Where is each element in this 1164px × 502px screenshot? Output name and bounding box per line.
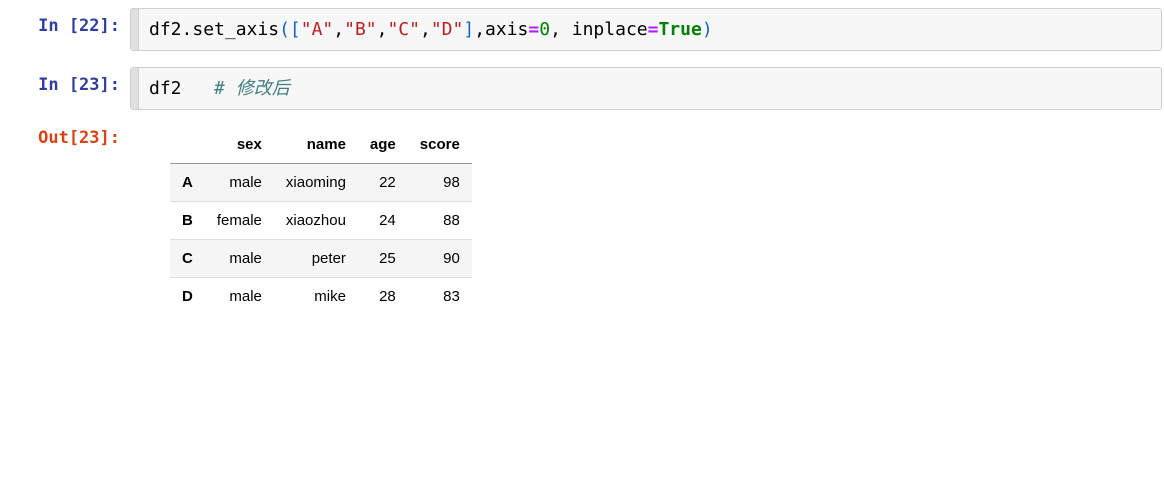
cell-sex: female: [205, 202, 274, 240]
cell-sex: male: [205, 164, 274, 202]
code-token: ,: [550, 19, 561, 40]
code-token: axis: [485, 19, 528, 40]
output-cell: Out[23]: sex name age score A male xiaom…: [0, 120, 1164, 321]
row-index: A: [170, 164, 205, 202]
table-header-row: sex name age score: [170, 126, 472, 164]
table-row: B female xiaozhou 24 88: [170, 202, 472, 240]
row-index: C: [170, 240, 205, 278]
cell-name: xiaoming: [274, 164, 358, 202]
cell-score: 83: [408, 278, 472, 316]
table-row: D male mike 28 83: [170, 278, 472, 316]
prompt-in: In [22]:: [0, 8, 130, 44]
cell-age: 28: [358, 278, 408, 316]
code-token: ]: [463, 19, 474, 40]
code-token: [182, 78, 215, 99]
code-text[interactable]: df2.set_axis(["A","B","C","D"],axis=0, i…: [139, 9, 1161, 50]
dataframe-table: sex name age score A male xiaoming 22 98…: [170, 126, 472, 315]
code-token: "C": [387, 19, 420, 40]
code-token: ,: [420, 19, 431, 40]
code-token: "D": [431, 19, 464, 40]
prompt-in: In [23]:: [0, 67, 130, 103]
code-token: =: [528, 19, 539, 40]
code-token: (: [279, 19, 290, 40]
code-token: inplace: [561, 19, 648, 40]
cell-score: 90: [408, 240, 472, 278]
cell-name: xiaozhou: [274, 202, 358, 240]
input-gutter: [131, 68, 139, 109]
code-token: # 修改后: [214, 78, 290, 99]
table-header-index: [170, 126, 205, 164]
code-text[interactable]: df2 # 修改后: [139, 68, 1161, 109]
cell-name: peter: [274, 240, 358, 278]
code-token: ,: [474, 19, 485, 40]
table-header: sex: [205, 126, 274, 164]
cell-age: 22: [358, 164, 408, 202]
code-token: ,: [333, 19, 344, 40]
table-header: age: [358, 126, 408, 164]
output-area: sex name age score A male xiaoming 22 98…: [130, 120, 1164, 321]
code-token: .: [182, 19, 193, 40]
code-token: df2: [149, 78, 182, 99]
table-row: A male xiaoming 22 98: [170, 164, 472, 202]
table-header: name: [274, 126, 358, 164]
code-token: 0: [539, 19, 550, 40]
code-cell: In [22]: df2.set_axis(["A","B","C","D"],…: [0, 8, 1164, 51]
input-gutter: [131, 9, 139, 50]
cell-score: 98: [408, 164, 472, 202]
code-token: [: [290, 19, 301, 40]
prompt-out: Out[23]:: [0, 120, 130, 156]
code-input-area[interactable]: df2 # 修改后: [130, 67, 1162, 110]
cell-age: 24: [358, 202, 408, 240]
cell-name: mike: [274, 278, 358, 316]
code-token: =: [648, 19, 659, 40]
table-row: C male peter 25 90: [170, 240, 472, 278]
cell-age: 25: [358, 240, 408, 278]
code-token: ,: [377, 19, 388, 40]
code-token: set_axis: [192, 19, 279, 40]
cell-score: 88: [408, 202, 472, 240]
cell-sex: male: [205, 240, 274, 278]
code-token: "A": [301, 19, 334, 40]
row-index: B: [170, 202, 205, 240]
code-cell: In [23]: df2 # 修改后: [0, 67, 1164, 110]
code-token: "B": [344, 19, 377, 40]
code-input-area[interactable]: df2.set_axis(["A","B","C","D"],axis=0, i…: [130, 8, 1162, 51]
code-token: True: [658, 19, 701, 40]
cell-sex: male: [205, 278, 274, 316]
table-header: score: [408, 126, 472, 164]
code-token: ): [702, 19, 713, 40]
row-index: D: [170, 278, 205, 316]
code-token: df2: [149, 19, 182, 40]
